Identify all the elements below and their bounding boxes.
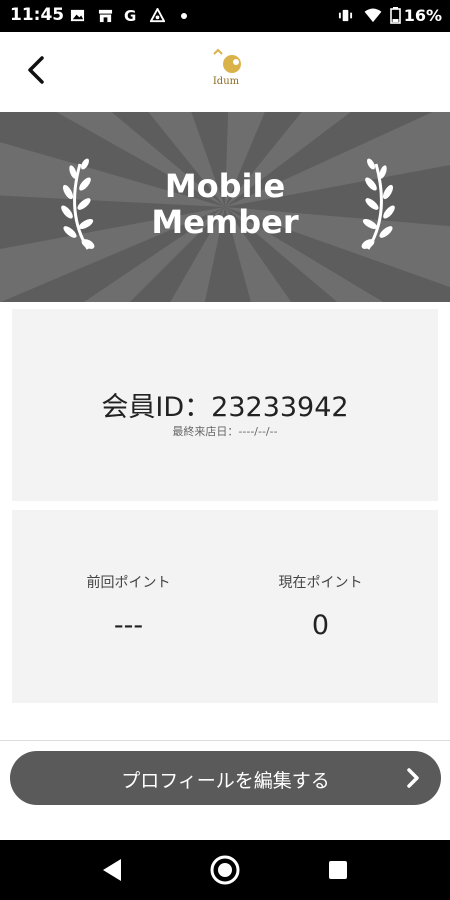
- triangle-app-icon: [150, 8, 165, 23]
- previous-points: 前回ポイント ---: [22, 572, 235, 641]
- divider: [0, 740, 450, 741]
- laurel-right-icon: [361, 158, 395, 250]
- current-points-label: 現在ポイント: [278, 575, 363, 591]
- last-visit-date: 最終来店日：----/--/--: [172, 425, 278, 438]
- member-id: 会員ID：23233942: [101, 392, 349, 423]
- logo-emblem-icon: [213, 48, 241, 73]
- system-nav-bar: [0, 840, 450, 900]
- image-icon: [70, 9, 85, 22]
- mobile-member-banner: Mobile Member: [0, 112, 450, 302]
- battery-icon: [390, 7, 401, 24]
- vibrate-icon: [338, 9, 353, 22]
- wifi-icon: [364, 8, 382, 23]
- edit-profile-button[interactable]: プロフィールを編集する: [10, 751, 441, 805]
- chevron-left-icon: [28, 56, 44, 84]
- previous-points-value: ---: [113, 610, 144, 641]
- current-points-value: 0: [311, 610, 330, 641]
- app-header: Idum: [0, 32, 450, 112]
- dot-icon: [181, 13, 187, 19]
- chevron-right-icon: [407, 768, 419, 788]
- nav-recents-icon[interactable]: [322, 854, 354, 886]
- store-icon: [98, 9, 113, 23]
- google-icon: G: [124, 8, 136, 23]
- logo-text: Idum: [212, 76, 240, 87]
- status-time: 11:45: [10, 5, 65, 25]
- member-id-card: 会員ID：23233942 最終来店日：----/--/--: [12, 309, 438, 501]
- edit-profile-label: プロフィールを編集する: [121, 770, 330, 792]
- nav-back-icon[interactable]: [97, 854, 129, 886]
- battery-percent: 16%: [403, 6, 442, 25]
- brand-logo: Idum: [196, 46, 256, 94]
- current-points: 現在ポイント 0: [214, 572, 427, 641]
- previous-points-label: 前回ポイント: [86, 575, 171, 591]
- points-card: 前回ポイント --- 現在ポイント 0: [12, 510, 438, 703]
- nav-home-icon[interactable]: [209, 854, 241, 886]
- svg-text:G: G: [124, 8, 136, 23]
- back-button[interactable]: [18, 50, 58, 90]
- status-bar: 11:45 G 16%: [0, 0, 450, 32]
